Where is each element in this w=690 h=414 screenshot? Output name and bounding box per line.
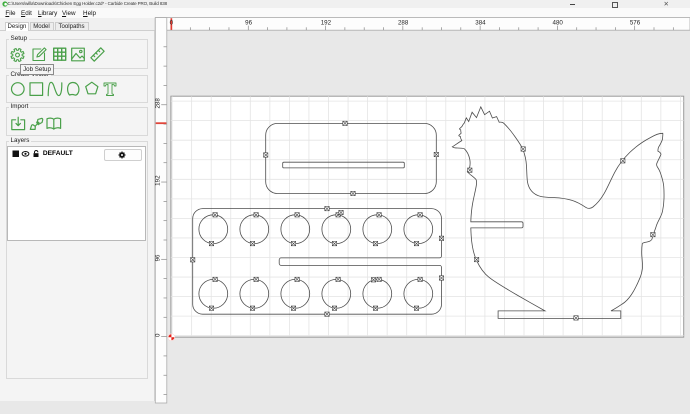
svg-text:480: 480 [553,19,564,26]
svg-text:576: 576 [630,19,641,26]
svg-text:288: 288 [155,98,162,109]
svg-text:96: 96 [245,19,252,26]
svg-text:384: 384 [475,19,486,26]
svg-text:192: 192 [155,175,162,186]
svg-text:0: 0 [155,333,162,337]
svg-text:0: 0 [170,19,174,26]
svg-text:288: 288 [398,19,409,26]
svg-text:192: 192 [321,19,332,26]
svg-text:96: 96 [155,254,162,261]
